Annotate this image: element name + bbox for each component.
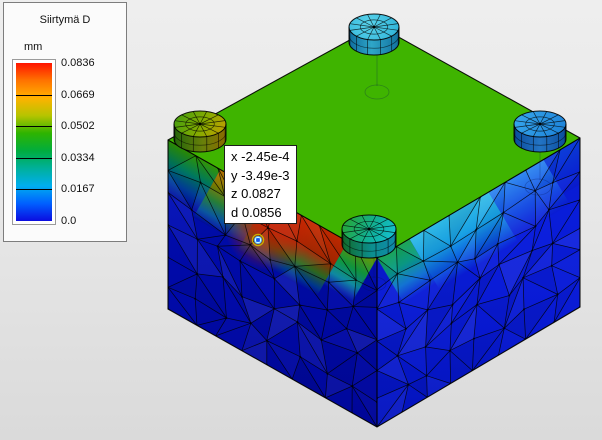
legend-colorbar-frame — [12, 59, 56, 225]
legend-tick-label: 0.0334 — [61, 152, 95, 164]
legend-unit: mm — [24, 41, 42, 53]
legend-tick-line — [16, 189, 52, 190]
legend-tick-label: 0.0836 — [61, 57, 95, 69]
simulation-viewport[interactable]: Siirtymä D mm 0.0836 0.0669 0.0502 0.0334 0.… — [0, 0, 602, 440]
legend-tick-label: 0.0167 — [61, 183, 95, 195]
legend-tick-label: 0.0502 — [61, 120, 95, 132]
legend-colorbar — [16, 63, 52, 221]
boss-front[interactable] — [342, 215, 396, 258]
probe-tooltip-line: z 0.0827 — [231, 185, 296, 204]
probe-tooltip: x -2.45e-4y -3.49e-3z 0.0827d 0.0856 — [224, 145, 297, 224]
boss-left[interactable] — [174, 111, 226, 152]
legend-title: Siirtymä D — [4, 14, 126, 26]
boss-back[interactable] — [349, 14, 399, 55]
legend-tick-label: 0.0669 — [61, 89, 95, 101]
legend-tick-line — [16, 158, 52, 159]
probe-tooltip-line: d 0.0856 — [231, 204, 296, 223]
legend-tick-label: 0.0 — [61, 215, 76, 227]
legend-tick-line — [16, 95, 52, 96]
legend-tick-labels: 0.08360.06690.05020.03340.01670.0 — [61, 63, 125, 221]
boss-right[interactable] — [514, 111, 566, 152]
probe-marker — [252, 234, 263, 245]
probe-tooltip-line: x -2.45e-4 — [231, 148, 296, 167]
legend-tick-line — [16, 126, 52, 127]
probe-tooltip-line: y -3.49e-3 — [231, 167, 296, 186]
legend-panel: Siirtymä D mm 0.0836 0.0669 0.0502 0.0334 0.… — [3, 2, 127, 242]
